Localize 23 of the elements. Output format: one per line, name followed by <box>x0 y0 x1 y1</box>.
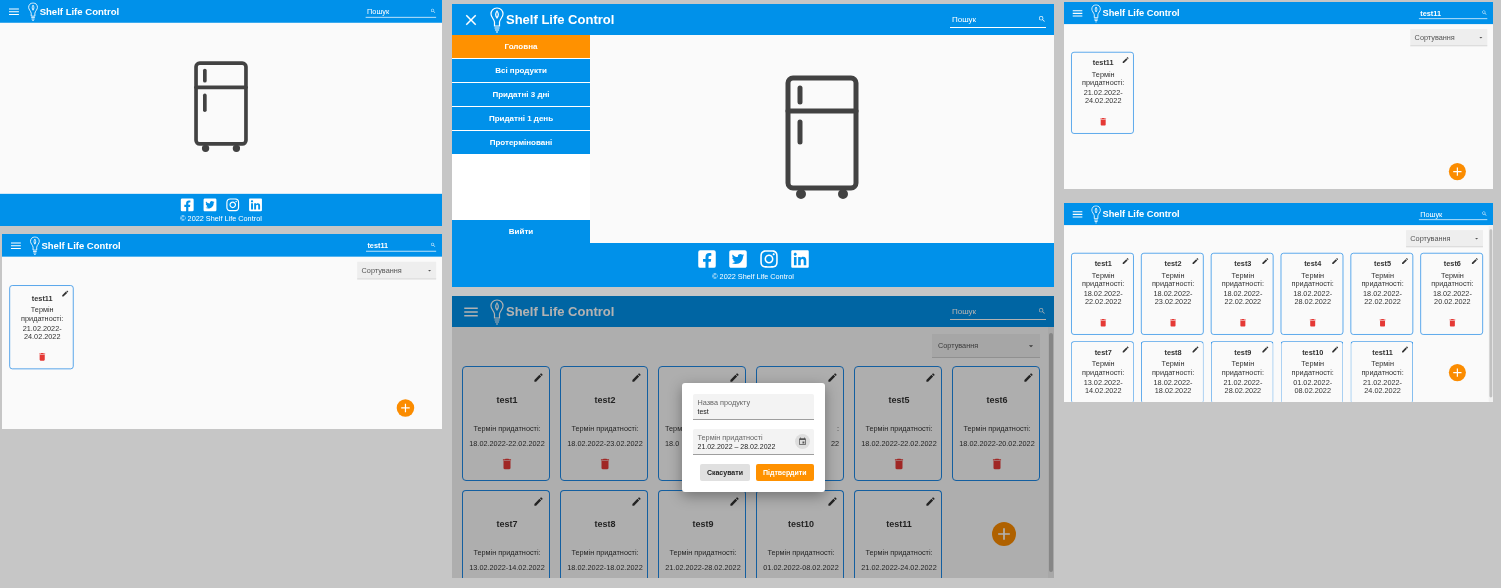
product-name: test6 <box>986 395 1008 405</box>
product-name: test7 <box>496 519 518 529</box>
product-name: test11 <box>886 519 912 529</box>
search-field[interactable]: Пошук <box>950 303 1046 320</box>
sidebar-item[interactable]: Придатні 1 день <box>452 107 590 130</box>
sidebar-item[interactable]: Всі продукти <box>452 59 590 82</box>
sidebar-item[interactable]: Протерміновані <box>452 131 590 154</box>
product-name: test1 <box>496 395 518 405</box>
product-name: test2 <box>594 395 616 405</box>
sidebar-item[interactable]: Головна <box>452 35 590 58</box>
product-name: test8 <box>594 519 616 529</box>
app-title: Shelf Life Control <box>506 304 615 319</box>
logout-button[interactable]: Вийти <box>452 220 590 243</box>
app-title: Shelf Life Control <box>506 12 615 27</box>
app-title: Shelf Life Control <box>1102 7 1180 19</box>
search-field[interactable]: Пошук <box>950 11 1046 28</box>
product-name: test9 <box>692 519 714 529</box>
app-title: Shelf Life Control <box>39 5 120 17</box>
app-title: Shelf Life Control <box>1102 208 1180 220</box>
product-name: test5 <box>888 395 910 405</box>
sidebar-item[interactable]: Придатні 3 дні <box>452 83 590 106</box>
app-title: Shelf Life Control <box>41 239 121 251</box>
product-name: test10 <box>788 519 814 529</box>
